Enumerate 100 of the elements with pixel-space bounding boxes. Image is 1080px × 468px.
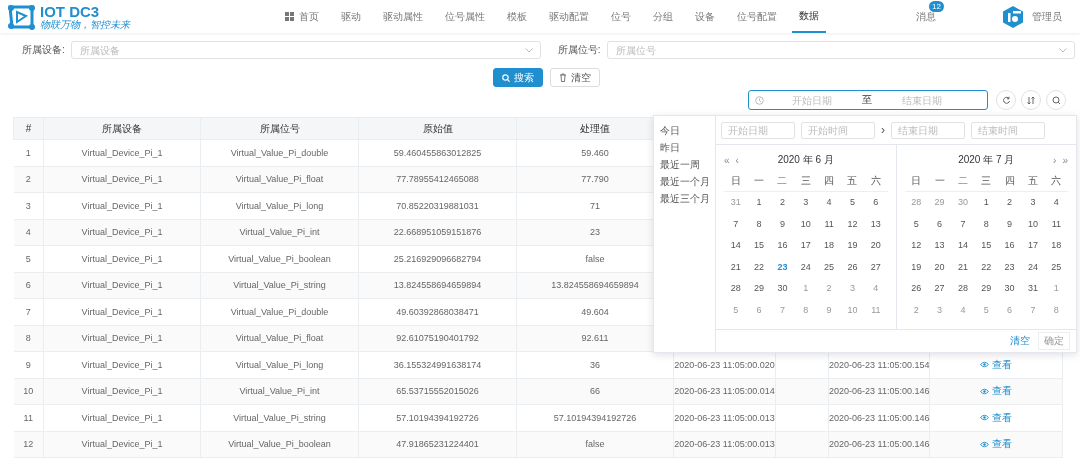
month-nav-button[interactable]: « bbox=[724, 154, 730, 166]
clear-link[interactable]: 清空 bbox=[1010, 334, 1030, 348]
calendar-day[interactable]: 14 bbox=[724, 235, 748, 257]
calendar-day[interactable]: 22 bbox=[747, 256, 771, 278]
nav-tab[interactable]: 驱动 bbox=[334, 0, 368, 33]
calendar-day[interactable]: 18 bbox=[1044, 235, 1068, 257]
calendar-day[interactable]: 6 bbox=[864, 192, 888, 214]
calendar-day[interactable]: 30 bbox=[770, 278, 795, 300]
calendar-day[interactable]: 8 bbox=[974, 213, 998, 235]
sort-button[interactable] bbox=[1021, 90, 1041, 110]
view-link[interactable]: 查看 bbox=[980, 357, 1012, 372]
date-input[interactable]: 开始时间 bbox=[801, 121, 875, 139]
calendar-day[interactable]: 30 bbox=[997, 278, 1022, 300]
nav-tab[interactable]: 模板 bbox=[500, 0, 534, 33]
calendar-day[interactable]: 4 bbox=[1044, 192, 1068, 214]
refresh-icon bbox=[1001, 95, 1011, 105]
shortcut-item[interactable]: 昨日 bbox=[660, 139, 715, 156]
calendar-day[interactable]: 1 bbox=[747, 192, 771, 214]
nav-tab[interactable]: 分组 bbox=[646, 0, 680, 33]
month-nav-button[interactable]: ‹ bbox=[735, 154, 739, 166]
calendar-day[interactable]: 22 bbox=[974, 256, 998, 278]
calendar-day[interactable]: 23 bbox=[770, 256, 795, 278]
table-cell: 2020-06-23 11:05:00.013 bbox=[673, 404, 776, 431]
calendar-day[interactable]: 3 bbox=[794, 192, 818, 214]
calendar-day[interactable]: 29 bbox=[747, 278, 771, 300]
calendar-day[interactable]: 27 bbox=[927, 278, 952, 300]
nav-tab[interactable]: 位号 bbox=[604, 0, 638, 33]
logo-icon bbox=[6, 3, 36, 30]
calendar-day[interactable]: 16 bbox=[770, 235, 795, 257]
calendar-day[interactable]: 19 bbox=[904, 256, 928, 278]
nav-tab[interactable]: 位号配置 bbox=[730, 0, 784, 33]
search-button[interactable]: 搜索 bbox=[493, 68, 543, 87]
calendar-day[interactable]: 2 bbox=[997, 192, 1022, 214]
calendar-day[interactable]: 24 bbox=[1021, 256, 1045, 278]
calendar-day[interactable]: 12 bbox=[840, 213, 865, 235]
calendar-day[interactable]: 18 bbox=[817, 235, 841, 257]
calendar-day[interactable]: 10 bbox=[794, 213, 818, 235]
calendar-day[interactable]: 17 bbox=[794, 235, 818, 257]
calendar-day[interactable]: 9 bbox=[997, 213, 1022, 235]
calendar-day[interactable]: 31 bbox=[1021, 278, 1045, 300]
calendar-day[interactable]: 3 bbox=[1021, 192, 1045, 214]
nav-tab[interactable]: 驱动属性 bbox=[376, 0, 430, 33]
calendar-day[interactable]: 12 bbox=[904, 235, 928, 257]
month-nav-button[interactable]: » bbox=[1062, 154, 1068, 166]
calendar-day[interactable]: 20 bbox=[927, 256, 952, 278]
clear-button[interactable]: 清空 bbox=[550, 68, 600, 87]
calendar-day[interactable]: 1 bbox=[974, 192, 998, 214]
select-field[interactable]: 所属位号 bbox=[606, 41, 1075, 59]
nav-tab[interactable]: 驱动配置 bbox=[542, 0, 596, 33]
calendar-day[interactable]: 13 bbox=[927, 235, 952, 257]
table-cell: false bbox=[516, 431, 674, 458]
nav-tab[interactable]: 数据 bbox=[792, 0, 826, 33]
table-cell: Virtual_Device_Pi_1 bbox=[43, 351, 201, 378]
calendar-day[interactable]: 21 bbox=[951, 256, 975, 278]
calendar-day[interactable]: 24 bbox=[794, 256, 818, 278]
calendar-day[interactable]: 19 bbox=[840, 235, 865, 257]
calendar-day[interactable]: 28 bbox=[724, 278, 748, 300]
shortcut-item[interactable]: 今日 bbox=[660, 122, 715, 139]
calendar-day[interactable]: 23 bbox=[997, 256, 1022, 278]
calendar-day[interactable]: 28 bbox=[951, 278, 975, 300]
calendar-day[interactable]: 17 bbox=[1021, 235, 1045, 257]
search-button[interactable] bbox=[1046, 90, 1066, 110]
calendar-day[interactable]: 21 bbox=[724, 256, 748, 278]
calendar-day[interactable]: 6 bbox=[927, 213, 952, 235]
calendar-day[interactable]: 10 bbox=[1021, 213, 1045, 235]
month-nav-button[interactable]: › bbox=[1053, 154, 1057, 166]
calendar-day[interactable]: 27 bbox=[864, 256, 888, 278]
date-input[interactable]: 结束时间 bbox=[971, 121, 1045, 139]
messages-link[interactable]: 消息 bbox=[916, 10, 936, 22]
calendar-day[interactable]: 16 bbox=[997, 235, 1022, 257]
table-cell: 6 bbox=[13, 272, 44, 299]
calendar-day[interactable]: 9 bbox=[770, 213, 795, 235]
nav-tab[interactable]: 首页 bbox=[278, 0, 326, 33]
calendar-day[interactable]: 29 bbox=[974, 278, 998, 300]
calendar-day[interactable]: 2 bbox=[770, 192, 795, 214]
calendar-day[interactable]: 11 bbox=[817, 213, 841, 235]
view-link[interactable]: 查看 bbox=[980, 437, 1012, 452]
calendar-day[interactable]: 26 bbox=[904, 278, 928, 300]
select-field[interactable]: 所属设备 bbox=[70, 41, 541, 59]
view-link[interactable]: 查看 bbox=[980, 384, 1012, 399]
calendar-day[interactable]: 5 bbox=[904, 213, 928, 235]
user-name[interactable]: 管理员 bbox=[1032, 9, 1062, 24]
calendar-day[interactable]: 20 bbox=[864, 235, 888, 257]
calendar-day[interactable]: 13 bbox=[864, 213, 888, 235]
calendar-day[interactable]: 8 bbox=[747, 213, 771, 235]
calendar-day[interactable]: 7 bbox=[724, 213, 748, 235]
calendar-day[interactable]: 14 bbox=[951, 235, 975, 257]
calendar-day[interactable]: 15 bbox=[974, 235, 998, 257]
nav-tab[interactable]: 设备 bbox=[688, 0, 722, 33]
calendar-day[interactable]: 7 bbox=[951, 213, 975, 235]
view-link[interactable]: 查看 bbox=[980, 410, 1012, 425]
calendar-day[interactable]: 5 bbox=[840, 192, 865, 214]
calendar-day[interactable]: 25 bbox=[1044, 256, 1068, 278]
calendar-day[interactable]: 15 bbox=[747, 235, 771, 257]
calendar-day[interactable]: 25 bbox=[817, 256, 841, 278]
calendar-day[interactable]: 4 bbox=[817, 192, 841, 214]
calendar-day[interactable]: 11 bbox=[1044, 213, 1068, 235]
nav-tab[interactable]: 位号属性 bbox=[438, 0, 492, 33]
calendar-day[interactable]: 26 bbox=[840, 256, 865, 278]
refresh-button[interactable] bbox=[996, 90, 1016, 110]
